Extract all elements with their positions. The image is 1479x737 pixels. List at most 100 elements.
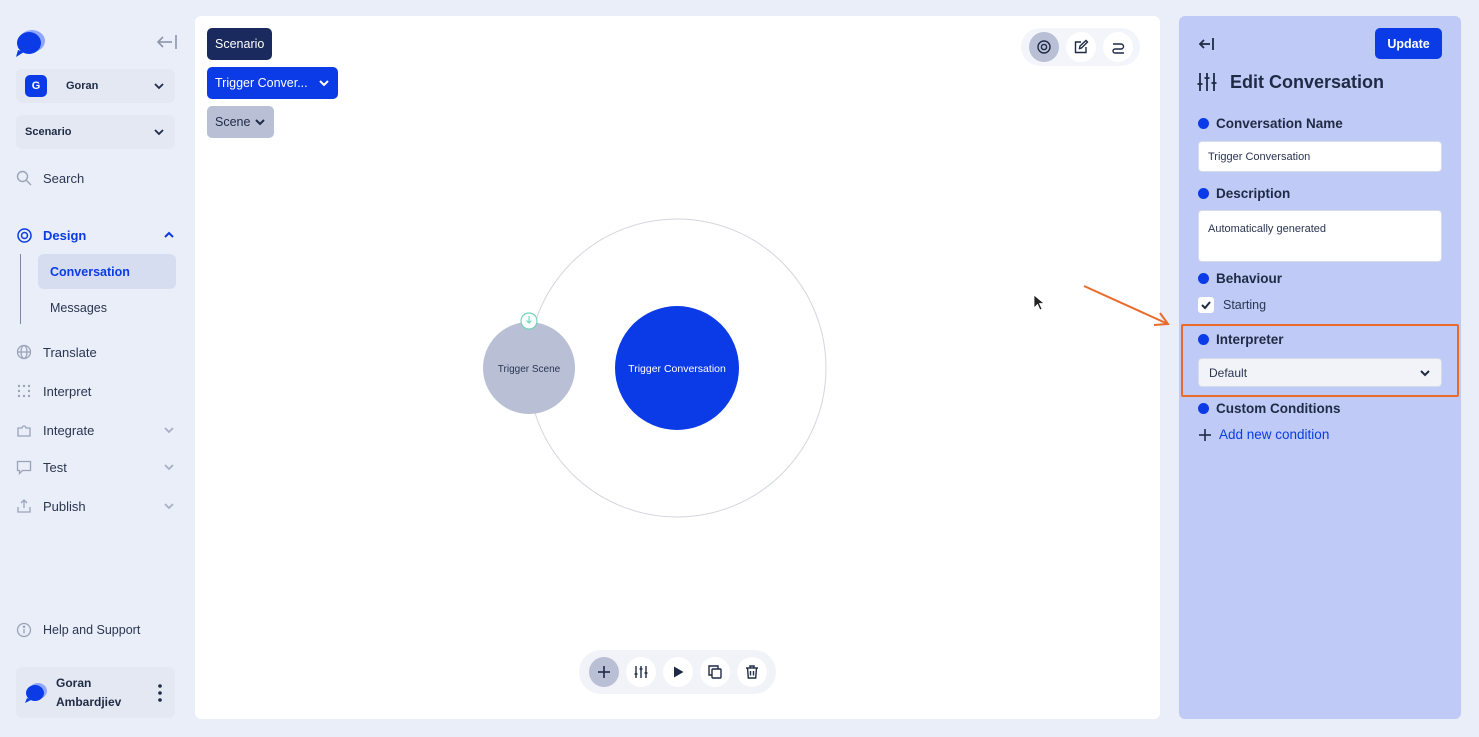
starting-checkbox-row[interactable]: Starting xyxy=(1198,297,1266,313)
left-sidebar: G Goran Scenario Search Design Conversat… xyxy=(0,0,190,737)
panel-title: Edit Conversation xyxy=(1196,71,1384,93)
conversation-name-input[interactable] xyxy=(1198,141,1442,172)
nav-help-support[interactable]: Help and Support xyxy=(15,619,140,641)
kebab-menu-icon[interactable] xyxy=(157,683,163,703)
breadcrumb-conversation-label: Trigger Conver... xyxy=(215,76,308,90)
trigger-scene-node[interactable]: Trigger Scene xyxy=(483,322,575,414)
custom-conditions-label-text: Custom Conditions xyxy=(1216,401,1341,416)
chevron-down-icon xyxy=(255,119,265,126)
description-textarea[interactable]: Automatically generated xyxy=(1198,210,1442,262)
link-button[interactable] xyxy=(1102,32,1133,62)
nav-test-label: Test xyxy=(43,459,67,475)
sliders-icon xyxy=(634,666,647,678)
tree-line xyxy=(20,254,21,324)
nav-conversation[interactable]: Conversation xyxy=(38,254,176,289)
gear-icon xyxy=(1036,40,1051,54)
globe-icon xyxy=(15,343,33,361)
chevron-down-icon[interactable] xyxy=(163,461,175,473)
nav-translate[interactable]: Translate xyxy=(15,341,97,363)
conversation-diagram: Trigger Scene Trigger Conversation xyxy=(483,218,827,518)
breadcrumb-scene-label: Scene xyxy=(215,115,251,129)
duplicate-button[interactable] xyxy=(699,657,730,687)
nav-design[interactable]: Design xyxy=(15,224,174,246)
add-condition-button[interactable]: Add new condition xyxy=(1198,427,1329,442)
breadcrumb-conversation-select[interactable]: Trigger Conver... xyxy=(207,67,338,99)
delete-button[interactable] xyxy=(736,657,767,687)
behaviour-label-text: Behaviour xyxy=(1216,271,1283,286)
copy-icon xyxy=(707,665,722,679)
checkmark-icon xyxy=(1201,301,1211,310)
chevron-down-icon[interactable] xyxy=(163,500,175,512)
nav-interpret-label: Interpret xyxy=(43,383,92,399)
nav-help-label: Help and Support xyxy=(43,623,141,637)
user-name-line1: Goran xyxy=(56,675,92,690)
required-dot xyxy=(1198,188,1209,199)
conversation-name-label: Conversation Name xyxy=(1198,116,1343,131)
chevron-down-icon xyxy=(319,80,329,87)
search-icon xyxy=(15,169,33,187)
sliders-icon xyxy=(1197,73,1217,91)
trigger-scene-label: Trigger Scene xyxy=(498,364,561,375)
nav-integrate[interactable]: Integrate xyxy=(15,419,174,441)
nav-interpret[interactable]: Interpret xyxy=(15,380,91,402)
nav-search[interactable]: Search xyxy=(15,167,84,189)
settings-view-button[interactable] xyxy=(1028,32,1059,62)
required-dot xyxy=(1198,273,1209,284)
workspace-badge: G xyxy=(25,75,47,97)
add-button[interactable] xyxy=(588,657,619,687)
edit-icon xyxy=(1074,39,1088,54)
scene-start-marker[interactable] xyxy=(520,312,538,330)
puzzle-icon xyxy=(15,421,33,439)
description-label-text: Description xyxy=(1216,186,1291,201)
play-icon xyxy=(673,666,683,678)
description-label: Description xyxy=(1198,186,1290,201)
required-dot xyxy=(1198,118,1209,129)
nav-design-label: Design xyxy=(43,227,87,243)
chat-icon xyxy=(15,458,33,476)
chevron-down-icon xyxy=(154,83,164,90)
chevron-up-icon[interactable] xyxy=(163,229,175,241)
app-logo-icon[interactable] xyxy=(14,28,46,58)
nav-publish[interactable]: Publish xyxy=(15,495,174,517)
play-button[interactable] xyxy=(662,657,693,687)
share-icon xyxy=(15,497,33,515)
mouse-cursor-icon xyxy=(1033,294,1045,311)
nav-translate-label: Translate xyxy=(43,344,97,360)
plus-icon xyxy=(597,666,610,678)
properties-button[interactable] xyxy=(625,657,656,687)
nav-publish-label: Publish xyxy=(43,498,86,514)
workspace-select[interactable]: G Goran xyxy=(16,69,175,103)
design-canvas[interactable]: Scenario Trigger Conver... Scene Trigger… xyxy=(195,16,1160,719)
panel-title-text: Edit Conversation xyxy=(1230,71,1385,92)
starting-checkbox[interactable] xyxy=(1198,297,1214,313)
chevron-down-icon[interactable] xyxy=(163,424,175,436)
nav-integrate-label: Integrate xyxy=(43,422,95,438)
breadcrumb-scene-select[interactable]: Scene xyxy=(207,106,274,138)
annotation-arrow-icon xyxy=(1083,285,1170,326)
canvas-top-toolbar xyxy=(1021,28,1140,66)
conversation-name-label-text: Conversation Name xyxy=(1216,116,1343,131)
custom-conditions-label: Custom Conditions xyxy=(1198,401,1341,416)
workspace-name: Goran xyxy=(66,80,99,92)
scenario-select[interactable]: Scenario xyxy=(16,115,175,149)
trash-icon xyxy=(745,665,758,679)
nav-test[interactable]: Test xyxy=(15,456,174,478)
edit-button[interactable] xyxy=(1065,32,1096,62)
chevron-down-icon xyxy=(154,129,164,136)
trigger-conversation-node[interactable]: Trigger Conversation xyxy=(615,306,739,430)
plus-icon xyxy=(1199,428,1211,441)
collapse-sidebar-icon[interactable] xyxy=(155,32,179,52)
required-dot xyxy=(1198,403,1209,414)
nav-messages[interactable]: Messages xyxy=(38,290,176,325)
scenario-select-label: Scenario xyxy=(25,126,72,138)
user-name-line2: Ambardjiev xyxy=(56,694,122,709)
breadcrumb-scenario[interactable]: Scenario xyxy=(207,28,272,60)
user-card[interactable]: Goran Ambardjiev xyxy=(16,667,175,718)
starting-label: Starting xyxy=(1223,298,1267,312)
update-button[interactable]: Update xyxy=(1375,28,1442,59)
collapse-panel-icon[interactable] xyxy=(1196,35,1216,53)
gear-icon xyxy=(15,226,33,244)
dots-grid-icon xyxy=(15,382,33,400)
trigger-conversation-label: Trigger Conversation xyxy=(628,363,726,375)
interpreter-highlight-box xyxy=(1181,324,1459,397)
